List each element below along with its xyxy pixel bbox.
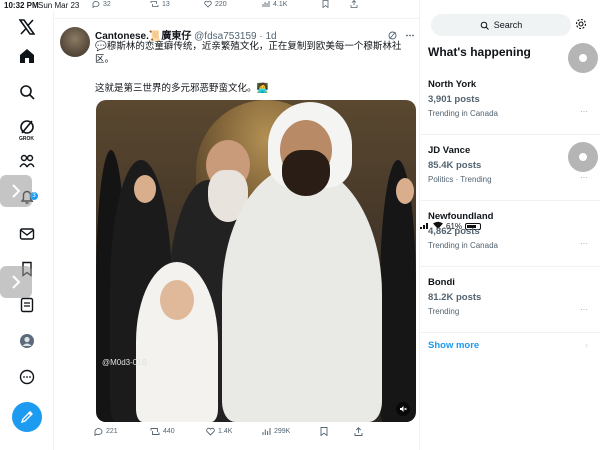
prev-share-icon[interactable]: [350, 0, 358, 8]
trend-name: Newfoundland: [428, 211, 494, 222]
views-count: 299K: [274, 428, 291, 435]
prev-bookmark-icon[interactable]: [322, 0, 329, 8]
overlay-dpad-top[interactable]: [568, 43, 598, 73]
retweet-icon: [150, 428, 160, 435]
mute-video-icon[interactable]: [396, 402, 410, 416]
prev-retweet-count: 13: [162, 0, 170, 8]
prev-views-action[interactable]: 4.1K: [262, 0, 287, 8]
prev-reply-count: 32: [103, 0, 111, 8]
right-sidebar: Search What's happening North York 3,901…: [420, 0, 600, 450]
previous-post-actions: 32 13 220 4.1K: [92, 0, 412, 11]
post-text-line2: 这就是第三世界的多元邪恶野蛮文化。🧑‍💻: [95, 83, 269, 94]
trend-divider: [420, 134, 600, 135]
trend-divider: [420, 200, 600, 201]
profile-avatar-icon[interactable]: [15, 329, 39, 353]
trend-item[interactable]: North York 3,901 posts Trending in Canad…: [428, 79, 588, 135]
prev-views-count: 4.1K: [273, 0, 288, 8]
compose-post-button[interactable]: [12, 402, 42, 432]
post-actions: 221 440 1.4K 299K: [94, 427, 414, 441]
messages-mail-icon[interactable]: [15, 222, 39, 246]
left-nav: GROK 3: [0, 11, 54, 450]
trend-more-icon[interactable]: ···: [580, 173, 588, 182]
search-icon: [480, 21, 489, 30]
trend-item[interactable]: Bondi 81.2K posts Trending ···: [428, 277, 588, 333]
reply-count: 221: [106, 428, 118, 435]
settings-gear-icon[interactable]: [575, 17, 587, 35]
like-action[interactable]: 1.4K: [206, 427, 232, 436]
x-logo-icon[interactable]: [15, 15, 39, 39]
trend-item[interactable]: JD Vance 85.4K posts Politics · Trending…: [428, 145, 588, 201]
post-divider: [54, 18, 420, 19]
views-action[interactable]: 299K: [262, 427, 290, 436]
trend-context: Politics · Trending: [428, 175, 492, 184]
trend-divider: [420, 332, 600, 333]
overlay-next-button-bottom[interactable]: [0, 266, 32, 298]
trend-more-icon[interactable]: ···: [580, 107, 588, 116]
media-figure-young-man: [222, 165, 382, 422]
reply-action[interactable]: 221: [94, 427, 118, 436]
trend-name: Bondi: [428, 277, 455, 288]
trend-name: North York: [428, 79, 477, 90]
trend-item[interactable]: Newfoundland 4,862 posts Trending in Can…: [428, 211, 588, 267]
more-options-icon[interactable]: [15, 365, 39, 389]
retweet-count: 440: [163, 428, 175, 435]
like-count: 1.4K: [218, 428, 233, 435]
prev-reply-action[interactable]: 32: [92, 0, 111, 8]
retweet-action[interactable]: 440: [150, 427, 175, 436]
overlay-next-button-top[interactable]: [0, 175, 32, 207]
home-icon[interactable]: [15, 44, 39, 68]
author-avatar[interactable]: [60, 27, 90, 57]
trend-divider: [420, 266, 600, 267]
bookmark-icon[interactable]: [320, 427, 328, 436]
trend-count: 85.4K posts: [428, 160, 482, 171]
post-text-line1: 💬穆斯林的恋童癖传统，近亲繁殖文化，正在复制到欧美每一个穆斯林社区。: [95, 41, 402, 65]
explore-search-icon[interactable]: [15, 80, 39, 104]
share-icon[interactable]: [354, 427, 363, 436]
views-icon: [262, 1, 270, 7]
media-face-woman-right: [396, 178, 414, 204]
search-placeholder: Search: [493, 20, 523, 30]
search-input[interactable]: Search: [431, 14, 571, 36]
chevron-right-icon: ›: [585, 340, 588, 350]
trend-context: Trending in Canada: [428, 109, 498, 118]
grok-label: GROK: [19, 136, 34, 142]
app-root: 10:32 PM Sun Mar 23 61% GROK 3 32 13 220…: [0, 0, 600, 450]
trend-more-icon[interactable]: ···: [580, 305, 588, 314]
heart-icon: [204, 0, 212, 8]
prev-like-count: 220: [215, 0, 227, 8]
show-more-link[interactable]: Show more: [428, 340, 479, 351]
reply-icon: [94, 428, 103, 436]
trend-context: Trending in Canada: [428, 241, 498, 250]
retweet-icon: [150, 1, 159, 7]
media-face-girl: [160, 280, 194, 320]
heart-icon: [206, 427, 215, 436]
whats-happening-title: What's happening: [428, 45, 531, 59]
timeline-column: 32 13 220 4.1K Cantonese.📜廣東仔 @fdsa75315…: [54, 0, 420, 450]
status-time: 10:32 PM: [4, 1, 39, 10]
trend-name: JD Vance: [428, 145, 471, 156]
prev-retweet-action[interactable]: 13: [150, 0, 170, 8]
media-face-woman-left: [134, 175, 156, 203]
trend-count: 81.2K posts: [428, 292, 482, 303]
views-icon: [262, 428, 271, 435]
reply-icon: [92, 1, 100, 8]
prev-like-action[interactable]: 220: [204, 0, 227, 8]
media-beard-black: [282, 150, 330, 196]
trend-more-icon[interactable]: ···: [580, 239, 588, 248]
overlay-dpad-middle[interactable]: [568, 142, 598, 172]
trend-count: 3,901 posts: [428, 94, 480, 105]
media-watermark: @M0d3-01B: [102, 358, 148, 367]
trend-context: Trending: [428, 307, 460, 316]
post-media-image[interactable]: @M0d3-01B: [96, 100, 416, 422]
trend-count: 4,862 posts: [428, 226, 480, 237]
communities-icon[interactable]: [15, 149, 39, 173]
